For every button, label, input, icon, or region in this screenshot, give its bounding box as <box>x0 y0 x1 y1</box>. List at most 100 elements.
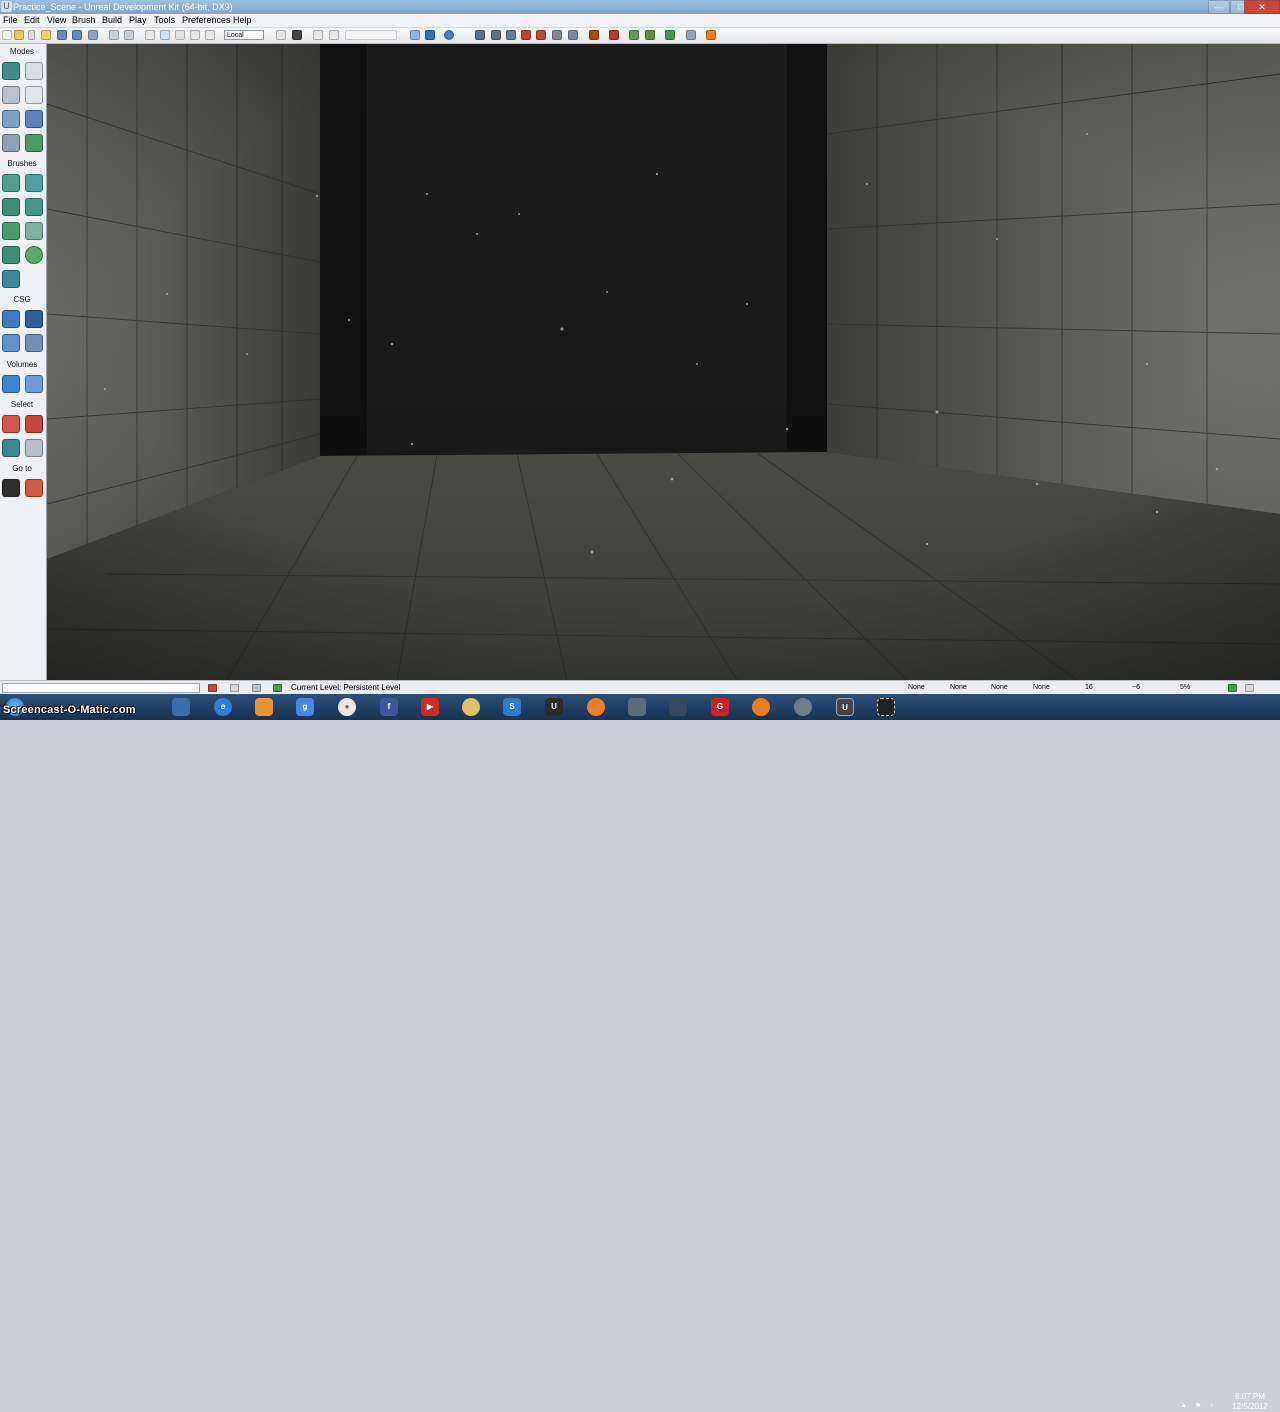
system-clock[interactable]: 6:07 PM 12/5/2012 <box>1222 1392 1278 1412</box>
save-level-icon[interactable] <box>88 30 98 40</box>
close-button[interactable]: ✕ <box>1244 0 1280 14</box>
save-icon[interactable] <box>57 30 67 40</box>
explorer-icon[interactable] <box>172 698 190 716</box>
menu-build[interactable]: Build <box>102 15 122 26</box>
snap-field[interactable]: None <box>1033 683 1050 692</box>
open-icon[interactable] <box>14 30 24 40</box>
udk-editor-taskbar-icon[interactable]: U <box>836 698 854 716</box>
spiral-stair-brush-icon[interactable] <box>2 246 20 264</box>
screencast-recorder-icon[interactable] <box>877 698 895 716</box>
add-volume-icon[interactable] <box>2 375 20 393</box>
matinee-icon[interactable] <box>313 30 323 40</box>
cube-brush-icon[interactable] <box>2 174 20 192</box>
play-on-console-icon[interactable] <box>552 30 562 40</box>
volumetric-brush-icon[interactable] <box>2 270 20 288</box>
minimize-button[interactable]: — <box>1208 0 1230 14</box>
current-level-icon[interactable] <box>273 684 282 692</box>
cone-brush-icon[interactable] <box>25 174 43 192</box>
drag-grid-field[interactable]: None <box>908 683 925 692</box>
static-mesh-mode-icon[interactable] <box>25 110 43 128</box>
redo-icon[interactable] <box>124 30 134 40</box>
terrain-icon[interactable] <box>629 30 639 40</box>
tools-icon[interactable] <box>686 30 696 40</box>
unreal-frontend-icon[interactable] <box>589 30 599 40</box>
blender-icon[interactable] <box>587 698 605 716</box>
favorite-icon[interactable] <box>41 30 51 40</box>
steam-icon[interactable] <box>669 698 687 716</box>
undo-icon[interactable] <box>109 30 119 40</box>
open-dropdown-icon[interactable] <box>28 30 35 40</box>
kismet-icon[interactable] <box>292 30 302 40</box>
csg-subtract-icon[interactable] <box>25 310 43 328</box>
scale-icon[interactable] <box>190 30 200 40</box>
rotate-icon[interactable] <box>175 30 185 40</box>
origin-icon[interactable] <box>752 698 770 716</box>
hide-selected-icon[interactable] <box>25 415 43 433</box>
udk-icon[interactable]: U <box>545 698 563 716</box>
realtime-icon[interactable] <box>208 684 217 692</box>
build-lighting-icon[interactable] <box>425 30 435 40</box>
search-field[interactable] <box>345 30 397 40</box>
facebook-icon[interactable]: f <box>380 698 398 716</box>
camera-mode-icon[interactable] <box>2 62 20 80</box>
youtube-icon[interactable]: ▶ <box>421 698 439 716</box>
menu-help[interactable]: Help <box>233 15 252 26</box>
landscape-mode-icon[interactable] <box>2 134 20 152</box>
lock-icon[interactable] <box>230 684 239 692</box>
unreal-kismet-orange-icon[interactable] <box>706 30 716 40</box>
coordinate-system-select[interactable]: Local <box>224 30 264 40</box>
lighting-options-icon[interactable] <box>506 30 516 40</box>
translate-icon[interactable] <box>160 30 170 40</box>
skype-icon[interactable]: S <box>503 698 521 716</box>
settings-icon[interactable] <box>1245 684 1254 692</box>
csg-add-icon[interactable] <box>2 310 20 328</box>
internet-explorer-icon[interactable]: e <box>214 698 232 716</box>
invert-selection-icon[interactable] <box>2 439 20 457</box>
csg-intersect-icon[interactable] <box>2 334 20 352</box>
show-selected-icon[interactable] <box>2 415 20 433</box>
new-icon[interactable] <box>2 30 12 40</box>
linear-stair-brush-icon[interactable] <box>2 222 20 240</box>
foliage-mode-icon[interactable] <box>25 134 43 152</box>
perspective-viewport[interactable] <box>47 44 1280 680</box>
play-on-pc-icon[interactable] <box>536 30 546 40</box>
mesh-paint-icon[interactable] <box>665 30 675 40</box>
curved-stair-brush-icon[interactable] <box>2 198 20 216</box>
select-icon[interactable] <box>145 30 155 40</box>
foliage-icon[interactable] <box>645 30 655 40</box>
record-icon[interactable] <box>609 30 619 40</box>
level-browser-icon[interactable] <box>252 684 261 692</box>
build-all-icon[interactable] <box>491 30 501 40</box>
folder-icon[interactable] <box>255 698 273 716</box>
menu-view[interactable]: View <box>47 15 66 26</box>
media-player-icon[interactable]: ● <box>338 698 356 716</box>
grid-size-value[interactable]: 16 <box>1085 683 1093 692</box>
sphere-brush-icon[interactable] <box>25 246 43 264</box>
snap-toggle-icon[interactable] <box>1228 684 1237 692</box>
tool-icon[interactable] <box>628 698 646 716</box>
app-icon-yellow[interactable] <box>462 698 480 716</box>
tray-volume-icon[interactable]: ♪ <box>1210 1402 1214 1409</box>
chrome-icon[interactable]: g <box>296 698 314 716</box>
scale-nonuniform-icon[interactable] <box>205 30 215 40</box>
csg-deintersect-icon[interactable] <box>25 334 43 352</box>
rotation-snap-value[interactable]: ~6 <box>1132 683 1140 692</box>
menu-preferences[interactable]: Preferences <box>182 15 231 26</box>
build-geometry-icon[interactable] <box>410 30 420 40</box>
show-all-icon[interactable] <box>25 439 43 457</box>
geometry-mode-icon[interactable] <box>25 62 43 80</box>
app-icon[interactable]: U <box>1 1 12 12</box>
settings-app-icon[interactable] <box>794 698 812 716</box>
build-cover-icon[interactable] <box>475 30 485 40</box>
rotation-grid-field[interactable]: None <box>950 683 967 692</box>
content-browser-icon[interactable] <box>329 30 339 40</box>
command-input[interactable] <box>2 683 200 693</box>
build-paths-icon[interactable] <box>444 30 454 40</box>
scale-snap-value[interactable]: 5% <box>1180 683 1190 692</box>
menu-file[interactable]: File <box>3 15 18 26</box>
goto-actor-icon[interactable] <box>2 479 20 497</box>
tray-flag-icon[interactable]: ⚑ <box>1195 1402 1201 1410</box>
tray-arrow-icon[interactable]: ▲ <box>1180 1402 1187 1409</box>
menu-brush[interactable]: Brush <box>72 15 96 26</box>
cook-icon[interactable] <box>568 30 578 40</box>
